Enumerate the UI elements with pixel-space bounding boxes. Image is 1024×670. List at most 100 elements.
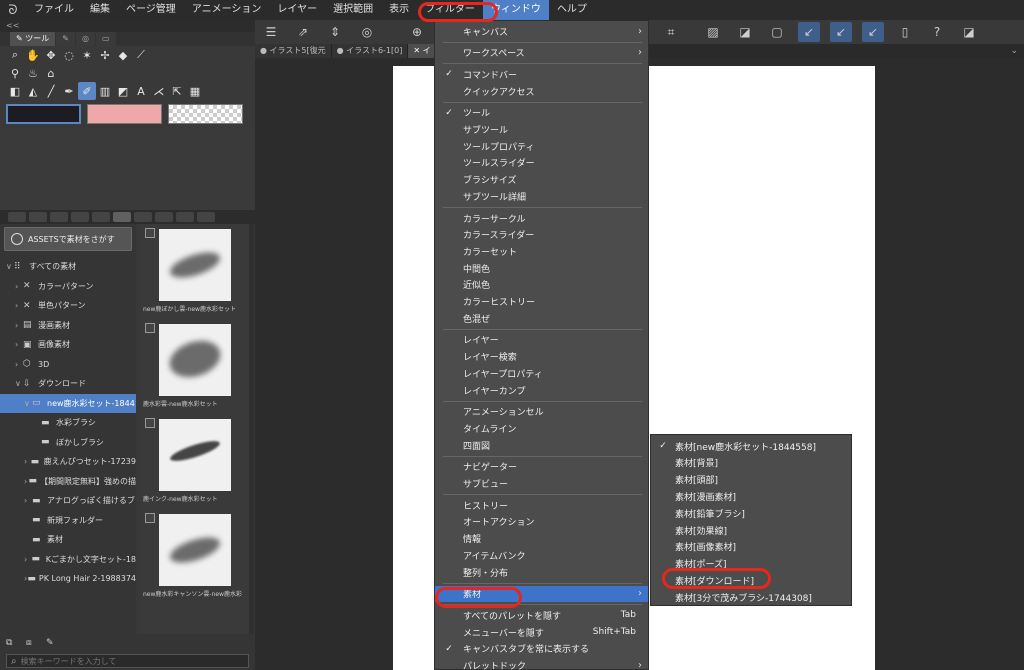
tree-chevron-icon[interactable]: ∨ xyxy=(15,379,23,388)
tree-item[interactable]: ▬ 水彩ブラシ xyxy=(0,413,136,433)
operation-icon[interactable]: ⇱ xyxy=(168,82,186,100)
tree-chevron-icon[interactable]: ∨ xyxy=(24,399,32,408)
main-color-swatch[interactable] xyxy=(6,104,82,124)
window-menu-item[interactable]: 色混ぜ xyxy=(435,310,648,326)
tree-chevron-icon[interactable]: › xyxy=(15,360,23,369)
window-menu-item[interactable]: レイヤープロパティ xyxy=(435,365,648,381)
material-thumbnail[interactable]: new鹿ぼかし雲-new鹿水彩セット xyxy=(141,224,249,319)
tab-material-6[interactable] xyxy=(113,212,131,222)
clip-studio-logo-icon[interactable]: ᘐ xyxy=(0,0,26,20)
material-submenu-item[interactable]: ✓ 素材[new鹿水彩セット-1844558] xyxy=(651,438,851,454)
window-menu-item[interactable]: 中間色 xyxy=(435,260,648,276)
material-scrollbar[interactable] xyxy=(249,224,254,634)
edit-icon[interactable]: ⇗ xyxy=(292,22,314,42)
window-menu-item[interactable]: ヒストリー xyxy=(435,497,648,513)
material-thumbnail[interactable]: 鹿インク-new鹿水彩セット xyxy=(141,414,249,509)
stabilize-3-icon[interactable]: ↙ xyxy=(862,22,884,42)
window-menu-item[interactable]: 素材 › xyxy=(435,585,648,602)
lasso-icon[interactable]: ◌ xyxy=(60,46,78,64)
tree-item[interactable]: › ▤ 漫画素材 xyxy=(0,316,136,336)
stabilize-1-icon[interactable]: ↙ xyxy=(798,22,820,42)
thumb-checkbox[interactable] xyxy=(145,323,155,333)
window-menu-item[interactable]: パレットドック › xyxy=(435,658,648,670)
material-submenu-item[interactable]: 素材[ダウンロード] xyxy=(651,572,851,588)
frame-icon[interactable]: ▥ xyxy=(96,82,114,100)
window-menu-item[interactable]: ブラシサイズ xyxy=(435,172,648,188)
magic-wand-icon[interactable]: ✶ xyxy=(78,46,96,64)
tree-item[interactable]: ▬ 素材 xyxy=(0,530,136,550)
material-submenu-item[interactable]: 素材[ポーズ] xyxy=(651,556,851,572)
fill-icon[interactable]: ◧ xyxy=(6,82,24,100)
window-menu-item[interactable]: 近似色 xyxy=(435,277,648,293)
search-input[interactable] xyxy=(20,656,131,666)
eraser-icon[interactable]: ◆ xyxy=(114,46,132,64)
deselect-icon[interactable]: ▢ xyxy=(766,22,788,42)
tab-material-3[interactable] xyxy=(50,212,68,222)
pen-icon[interactable]: ✒ xyxy=(60,82,78,100)
tree-item[interactable]: ∨ ▭ new鹿水彩セット-1844 xyxy=(0,393,136,413)
menu-1[interactable]: 編集 xyxy=(82,0,118,20)
clear-icon[interactable]: ▨ xyxy=(702,22,724,42)
tab-material-1[interactable] xyxy=(8,212,26,222)
window-menu-item[interactable]: ✓ キャンバスタブを常に表示する xyxy=(435,641,648,657)
tab-subtool[interactable]: ✎ xyxy=(56,32,75,46)
tree-item[interactable]: › ▣ 画像素材 xyxy=(0,335,136,355)
window-menu-item[interactable]: レイヤー検索 xyxy=(435,349,648,365)
thumb-checkbox[interactable] xyxy=(145,418,155,428)
new-file-icon[interactable]: ⊕ xyxy=(406,22,428,42)
material-submenu-item[interactable]: 素材[効果線] xyxy=(651,522,851,538)
window-menu-item[interactable]: カラースライダー xyxy=(435,227,648,243)
canvas-tab-1[interactable]: ● イラスト6-1[0] xyxy=(331,44,409,58)
tree-chevron-icon[interactable]: › xyxy=(15,321,23,330)
menu-6[interactable]: 表示 xyxy=(381,0,417,20)
canvas-tab-2[interactable]: ✕ イ xyxy=(408,44,437,58)
auto-select-icon[interactable]: ✢ xyxy=(96,46,114,64)
window-menu-item[interactable]: カラーサークル xyxy=(435,210,648,226)
fill-layer-icon[interactable]: ◪ xyxy=(734,22,756,42)
hamburger-menu-icon[interactable]: ☰ xyxy=(260,22,282,42)
window-menu-item[interactable]: ツールプロパティ xyxy=(435,138,648,154)
tab-material-5[interactable] xyxy=(92,212,110,222)
window-menu-item[interactable]: ✓ ツール xyxy=(435,105,648,121)
balloon-icon[interactable]: ⋌ xyxy=(150,82,168,100)
window-menu-item[interactable]: サブビュー xyxy=(435,476,648,492)
tab-material-2[interactable] xyxy=(29,212,47,222)
window-menu-item[interactable]: アニメーションセル xyxy=(435,404,648,420)
material-submenu-item[interactable]: 素材[3分で茂みブラシ-1744308] xyxy=(651,589,851,605)
crop-icon[interactable]: ⌗ xyxy=(660,22,682,42)
hand-icon[interactable]: ✋ xyxy=(24,46,42,64)
paste-material-icon[interactable]: ⧉ xyxy=(6,638,18,650)
zoom-icon[interactable]: ⌕ xyxy=(6,46,24,64)
bucket-icon[interactable]: ◭ xyxy=(24,82,42,100)
tree-item[interactable]: ∨ ⇩ ダウンロード xyxy=(0,374,136,394)
tree-item[interactable]: › ▬ Kごまかし文字セット-18 xyxy=(0,550,136,570)
edit-material-icon[interactable]: ✎ xyxy=(46,638,58,650)
tab-brush-size[interactable]: ▭ xyxy=(95,32,116,46)
window-menu-item[interactable]: カラーセット xyxy=(435,243,648,259)
tree-item[interactable]: › ⬡ 3D xyxy=(0,355,136,375)
tree-item[interactable]: ∨ ⠿ すべての素材 xyxy=(0,257,136,277)
line-icon[interactable]: ╱ xyxy=(42,82,60,100)
material-thumbnail[interactable]: new鹿水彩キャンソン雲-new鹿水彩 xyxy=(141,509,249,604)
tab-material-7[interactable] xyxy=(134,212,152,222)
transparent-color-swatch[interactable] xyxy=(168,104,243,124)
window-menu-item[interactable]: レイヤーカンプ xyxy=(435,382,648,398)
new-folder-icon[interactable]: ⧈ xyxy=(26,638,38,650)
material-submenu-item[interactable]: 素材[背景] xyxy=(651,455,851,471)
device-icon[interactable]: ▯ xyxy=(894,22,916,42)
menu-9[interactable]: ヘルプ xyxy=(549,0,595,20)
menu-8[interactable]: ウィンドウ xyxy=(482,0,549,20)
window-menu-item[interactable]: オートアクション xyxy=(435,514,648,530)
window-menu-item[interactable]: サブツール詳細 xyxy=(435,188,648,204)
menu-2[interactable]: ページ管理 xyxy=(118,0,184,20)
tree-item[interactable]: ▬ 新規フォルダー xyxy=(0,511,136,531)
tree-chevron-icon[interactable]: › xyxy=(15,282,23,291)
tree-item[interactable]: › ▬ アナログっぽく描けるブ xyxy=(0,491,136,511)
thumb-checkbox[interactable] xyxy=(145,228,155,238)
material-submenu-item[interactable]: 素材[漫画素材] xyxy=(651,488,851,504)
tab-list-chevron-icon[interactable]: ⌄ xyxy=(1010,46,1018,56)
window-menu-item[interactable]: ワークスペース › xyxy=(435,45,648,61)
palette-collapse-bar[interactable]: << xyxy=(0,20,255,32)
menu-4[interactable]: レイヤー xyxy=(269,0,325,20)
tree-chevron-icon[interactable]: › xyxy=(24,496,32,505)
